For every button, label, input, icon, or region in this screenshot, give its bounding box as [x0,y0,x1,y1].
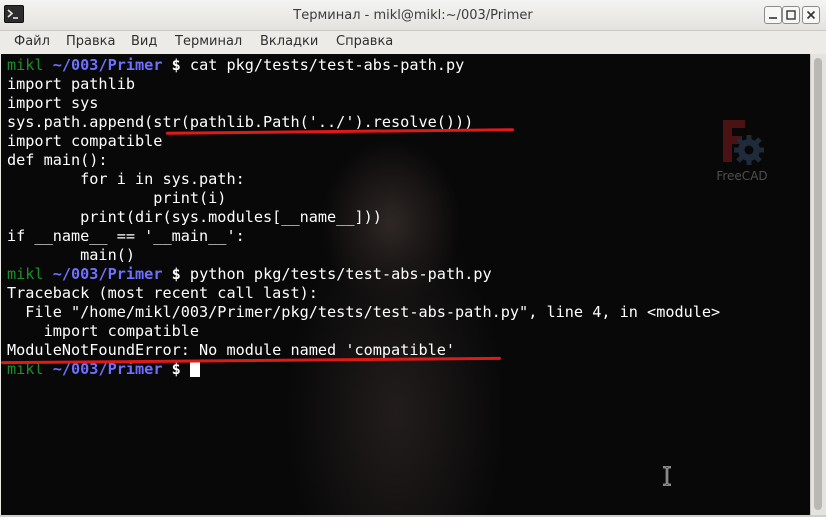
terminal-window: Терминал - mikl@mikl:~/003/Primer Файл П… [0,0,826,517]
terminal-line: import sys [7,94,99,112]
prompt-path: ~/003/Primer [52,56,163,74]
minimize-button[interactable] [764,6,782,24]
prompt-path: ~/003/Primer [52,265,163,283]
maximize-icon [786,10,796,20]
title-bar[interactable]: Терминал - mikl@mikl:~/003/Primer [0,0,826,31]
terminal-output-area[interactable]: FreeCAD mikl ~/003/Primer $ cat pkg/test… [1,54,823,515]
prompt-user: mikl [7,56,44,74]
terminal-line: for i in sys.path: [7,170,245,188]
terminal-line: if __name__ == '__main__': [7,227,245,245]
menu-view[interactable]: Вид [131,34,157,49]
prompt-symbol: $ [171,265,181,283]
minimize-icon [769,17,777,19]
scrollbar-thumb[interactable] [814,58,822,510]
terminal-line: import pathlib [7,75,136,93]
text-cursor [189,360,200,377]
maximize-button[interactable] [782,6,800,24]
vertical-scrollbar[interactable] [810,54,826,517]
freecad-icon-label: FreeCAD [716,169,768,183]
menu-file[interactable]: Файл [14,34,50,49]
terminal-line: mikl ~/003/Primer $ python pkg/tests/tes… [7,265,492,284]
terminal-line: main() [7,246,136,264]
close-button[interactable] [802,6,820,24]
menu-tabs[interactable]: Вкладки [260,34,318,49]
terminal-line: mikl ~/003/Primer $ cat pkg/tests/test-a… [7,56,464,75]
menu-edit[interactable]: Правка [66,34,115,49]
prompt-symbol: $ [171,56,181,74]
command-text: python pkg/tests/test-abs-path.py [180,265,492,283]
terminal-line: import compatible [7,132,163,150]
terminal-line: print(i) [7,189,227,207]
terminal-line: File "/home/mikl/003/Primer/pkg/tests/te… [7,303,721,321]
command-text: cat pkg/tests/test-abs-path.py [180,56,465,74]
menu-bar: Файл Правка Вид Терминал Вкладки Справка [0,31,826,54]
menu-terminal[interactable]: Терминал [175,34,242,49]
window-title: Терминал - mikl@mikl:~/003/Primer [293,8,533,23]
terminal-line: def main(): [7,151,108,169]
terminal-line: print(dir(sys.modules[__name__])) [7,208,382,226]
menu-help[interactable]: Справка [336,34,393,49]
terminal-line: Traceback (most recent call last): [7,284,318,302]
terminal-line: import compatible [7,322,200,340]
mouse-ibeam-cursor-icon [663,466,671,486]
prompt-user: mikl [7,265,44,283]
prompt-symbol: $ [171,360,181,378]
close-icon [806,10,816,20]
